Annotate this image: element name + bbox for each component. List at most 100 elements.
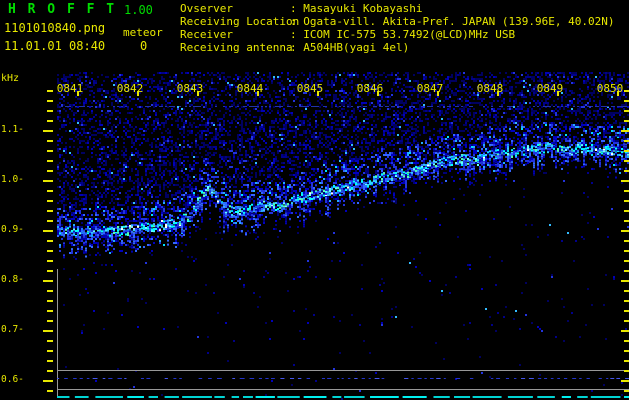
freq-minor-tick-left: [47, 160, 53, 162]
info-row-value: : Ogata-vill. Akita-Pref. JAPAN (139.96E…: [290, 15, 615, 28]
freq-minor-tick-right: [624, 220, 629, 222]
freq-minor-tick-left: [47, 90, 53, 92]
freq-minor-tick-left: [47, 390, 53, 392]
freq-minor-tick-left: [47, 370, 53, 372]
freq-minor-tick-left: [47, 100, 53, 102]
freq-minor-tick-right: [624, 290, 629, 292]
freq-major-tick-right: [621, 380, 629, 382]
freq-minor-tick-right: [624, 100, 629, 102]
freq-minor-tick-right: [624, 270, 629, 272]
time-tick-label: 0841: [56, 82, 84, 95]
time-tick-label: 0850: [596, 82, 624, 95]
freq-minor-tick-right: [624, 140, 629, 142]
time-tick-label: 0846: [356, 82, 384, 95]
time-tick: [437, 91, 439, 96]
freq-tick-label: 0.8-: [1, 274, 24, 285]
info-row-value: : A504HB(yagi 4el): [290, 41, 410, 54]
datetime-label: 11.01.01 08:40: [4, 39, 106, 53]
freq-tick-label: 1.1-: [1, 124, 24, 135]
freq-minor-tick-left: [47, 200, 53, 202]
freq-minor-tick-right: [624, 320, 629, 322]
freq-minor-tick-left: [47, 310, 53, 312]
freq-minor-tick-left: [47, 150, 53, 152]
freq-tick-label: 0.9-: [1, 224, 24, 235]
freq-minor-tick-left: [47, 220, 53, 222]
app-version: 1.00: [124, 3, 153, 17]
freq-minor-tick-right: [624, 310, 629, 312]
time-tick-label: 0849: [536, 82, 564, 95]
meteor-counter-label: meteor: [123, 26, 163, 39]
khz-axis-unit-label: kHz: [1, 73, 20, 84]
info-row-label: Receiver: [180, 28, 233, 41]
spectrogram-canvas: [57, 72, 629, 400]
info-row-label: Ovserver: [180, 2, 233, 15]
freq-minor-tick-left: [47, 360, 53, 362]
freq-minor-tick-left: [47, 190, 53, 192]
freq-minor-tick-left: [47, 110, 53, 112]
info-row-value: : Masayuki Kobayashi: [290, 2, 423, 15]
freq-minor-tick-right: [624, 250, 629, 252]
freq-major-tick-right: [621, 180, 629, 182]
freq-minor-tick-right: [624, 110, 629, 112]
time-tick-label: 0848: [476, 82, 504, 95]
freq-minor-tick-left: [47, 140, 53, 142]
time-tick: [197, 91, 199, 96]
freq-major-tick-right: [621, 280, 629, 282]
time-tick-label: 0844: [236, 82, 264, 95]
freq-minor-tick-left: [47, 170, 53, 172]
freq-minor-tick-right: [624, 150, 629, 152]
freq-minor-tick-left: [47, 120, 53, 122]
freq-minor-tick-left: [47, 320, 53, 322]
freq-minor-tick-right: [624, 340, 629, 342]
freq-minor-tick-right: [624, 170, 629, 172]
freq-minor-tick-right: [624, 240, 629, 242]
freq-major-tick-right: [621, 330, 629, 332]
freq-minor-tick-left: [47, 300, 53, 302]
freq-major-tick-left: [43, 180, 53, 182]
info-row-label: Receiving Location: [180, 15, 300, 28]
freq-minor-tick-right: [624, 370, 629, 372]
freq-minor-tick-right: [624, 200, 629, 202]
time-tick: [137, 91, 139, 96]
freq-minor-tick-left: [47, 240, 53, 242]
freq-major-tick-left: [43, 330, 53, 332]
time-tick: [557, 91, 559, 96]
freq-minor-tick-left: [47, 210, 53, 212]
output-filename: 1101010840.png: [4, 21, 106, 35]
time-tick: [377, 91, 379, 96]
freq-minor-tick-left: [47, 350, 53, 352]
freq-minor-tick-right: [624, 350, 629, 352]
freq-minor-tick-left: [47, 260, 53, 262]
freq-major-tick-right: [621, 130, 629, 132]
meteor-counter-value: 0: [140, 39, 148, 53]
freq-minor-tick-right: [624, 190, 629, 192]
time-tick-label: 0847: [416, 82, 444, 95]
time-tick: [497, 91, 499, 96]
info-row-value: : ICOM IC-575 53.7492(@LCD)MHz USB: [290, 28, 516, 41]
freq-minor-tick-right: [624, 300, 629, 302]
freq-tick-label: 1.0-: [1, 174, 24, 185]
time-tick: [257, 91, 259, 96]
freq-minor-tick-left: [47, 250, 53, 252]
hrofft-screen: H R O F F T 1.00 1101010840.png meteor 1…: [0, 0, 629, 400]
freq-tick-label: 0.6-: [1, 374, 24, 385]
freq-major-tick-left: [43, 280, 53, 282]
freq-minor-tick-right: [624, 260, 629, 262]
freq-minor-tick-right: [624, 360, 629, 362]
freq-tick-label: 0.7-: [1, 324, 24, 335]
freq-major-tick-right: [621, 230, 629, 232]
freq-minor-tick-right: [624, 120, 629, 122]
freq-minor-tick-left: [47, 340, 53, 342]
freq-minor-tick-left: [47, 270, 53, 272]
time-tick: [77, 91, 79, 96]
freq-major-tick-left: [43, 230, 53, 232]
time-tick-label: 0842: [116, 82, 144, 95]
time-tick: [617, 91, 619, 96]
freq-minor-tick-right: [624, 210, 629, 212]
time-tick: [317, 91, 319, 96]
freq-major-tick-left: [43, 380, 53, 382]
time-tick-label: 0845: [296, 82, 324, 95]
info-row-label: Receiving antenna: [180, 41, 293, 54]
freq-minor-tick-left: [47, 290, 53, 292]
freq-minor-tick-right: [624, 390, 629, 392]
